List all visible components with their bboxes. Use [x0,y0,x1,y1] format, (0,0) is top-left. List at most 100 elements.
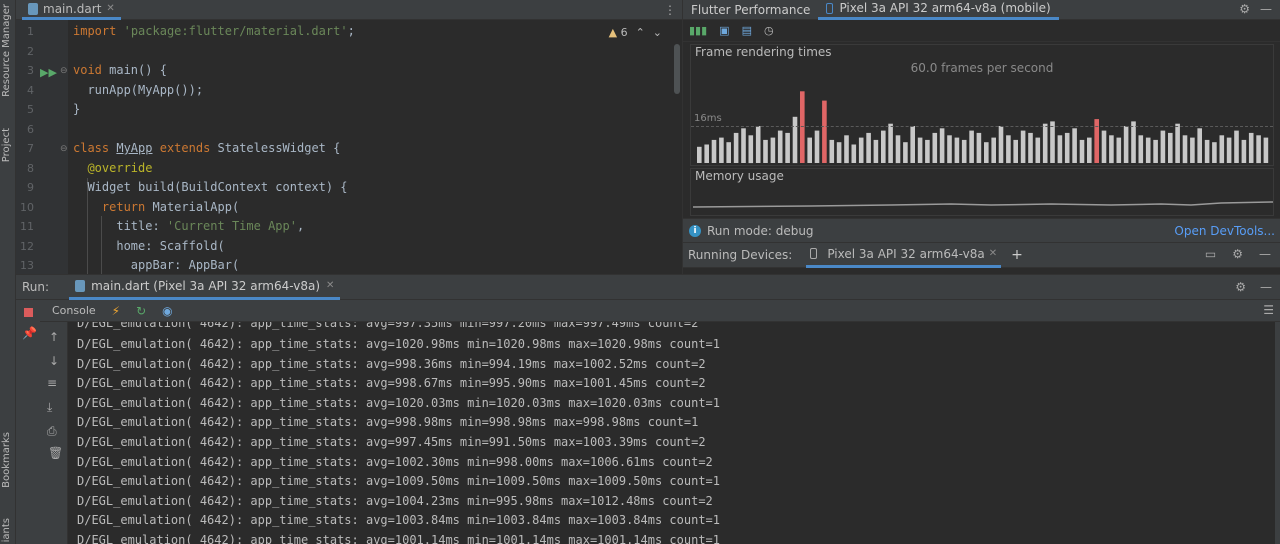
warning-counter: ▲ 6 [609,26,628,39]
frame-bar [888,123,893,163]
code-token: MaterialApp( [145,200,240,214]
frame-bar [733,132,739,163]
log-line: D/EGL_emulation( 4642): app_time_stats: … [77,474,720,488]
log-line: D/EGL_emulation( 4642): app_time_stats: … [77,376,706,390]
performance-overlay-icon[interactable]: ▮▮▮ [689,24,707,37]
layout-icon[interactable]: ☰ [1263,303,1274,317]
perf-toolbar: ▮▮▮ ▣ ▤ ◷ [683,20,1280,42]
soft-wrap-icon[interactable]: ≡ [47,376,57,390]
frame-bar [1168,132,1173,163]
clock-icon[interactable]: ◷ [764,24,774,37]
more-vertical-icon[interactable]: ⋮ [664,3,676,17]
arrow-up-icon[interactable]: ↑ [49,330,59,344]
hot-reload-icon[interactable]: ⚡ [112,304,120,318]
devtools-icon[interactable]: ◉ [162,304,172,318]
frame-bar [844,135,849,164]
editor-tab-main-dart[interactable]: main.dart ✕ [22,0,121,20]
bookmarks-tab[interactable]: Bookmarks [1,432,12,488]
run-header-actions: ⚙ — [1235,280,1272,294]
slow-animations-icon[interactable]: ▣ [719,24,729,37]
frame-bar [925,139,930,163]
code-line: void main() { [73,63,167,77]
console-toolbar: Console ⚡ ↻ ◉ ☰ [40,300,1280,322]
chevron-up-icon[interactable]: ⌃ [636,26,645,39]
trash-icon[interactable]: 🗑 [48,446,63,460]
console-scrollbar[interactable] [1275,322,1280,544]
line-number: 11 [20,220,34,233]
device-tab-label: Pixel 3a API 32 arm64-v8a (mobile) [839,1,1051,15]
frame-bar [1160,130,1166,163]
close-icon[interactable]: ✕ [106,3,114,14]
minimize-icon[interactable]: — [1260,2,1272,16]
running-devices-actions: ▭ ⚙ — [1205,247,1271,261]
code-line: runApp(MyApp()); [73,83,204,97]
line-number: 3 [27,64,34,77]
frame-bar [777,130,783,163]
frame-bar [969,130,974,163]
gear-icon[interactable]: ⚙ [1239,2,1250,16]
frame-bar [1190,137,1195,163]
pin-icon[interactable]: 📌 [22,326,37,340]
frame-bar [1050,121,1055,163]
frame-bar [1204,139,1210,163]
frame-bar [1064,132,1070,163]
code-token: ; [347,24,355,38]
run-gutter-icon[interactable]: ▶▶ [40,66,57,79]
fold-icon[interactable]: ⊖ [60,66,68,76]
code-line: } [73,102,81,116]
chevron-down-icon[interactable]: ⌄ [653,26,662,39]
window-icon[interactable]: ▭ [1205,247,1216,261]
frame-bar [1087,137,1092,163]
fps-label: 60.0 frames per second [910,61,1054,75]
minimize-icon[interactable]: — [1259,247,1271,261]
tab-flutter-performance[interactable]: Flutter Performance [683,0,818,20]
frame-bar [726,142,731,163]
fold-icon[interactable]: ⊖ [60,144,68,154]
running-device-tab[interactable]: Pixel 3a API 32 arm64-v8a ✕ [806,242,1002,268]
resource-manager-tab[interactable]: Resource Manager [1,4,12,97]
code-token: extends [159,141,211,155]
line-number: 12 [20,240,34,253]
arrow-down-icon[interactable]: ↓ [49,354,59,368]
stop-icon[interactable] [24,308,33,317]
run-side-toolbar: 📌 [16,300,40,544]
frame-bar [1116,137,1122,163]
debug-paint-icon[interactable]: ▤ [742,24,752,37]
frame-bar [1256,135,1261,164]
left-tool-strip: Resource Manager Project Bookmarks iants [0,0,16,544]
minimize-icon[interactable]: — [1260,280,1272,294]
line-number: 2 [27,45,34,58]
tab-device[interactable]: Pixel 3a API 32 arm64-v8a (mobile) [818,0,1059,20]
frame-bar [1079,139,1085,163]
scroll-to-end-icon[interactable]: ⤓ [47,400,52,415]
frame-bar [1028,132,1033,163]
close-icon[interactable]: ✕ [989,248,997,259]
line-number: 8 [27,162,34,175]
build-variants-tab[interactable]: iants [1,518,12,542]
frame-bar [866,132,871,163]
frame-bar [1153,139,1158,163]
line-number: 7 [27,142,34,155]
code-token: 'Current Time App' [166,219,297,233]
frame-bar [1182,135,1188,164]
run-config-tab[interactable]: main.dart (Pixel 3a API 32 arm64-v8a) ✕ [69,274,341,300]
tab-console[interactable]: Console [52,304,96,317]
open-devtools-link[interactable]: Open DevTools... [1174,224,1275,238]
line-number: 13 [20,259,34,272]
console-output[interactable]: D/EGL_emulation( 4642): app_time_stats: … [69,322,1275,544]
gear-icon[interactable]: ⚙ [1235,280,1246,294]
frame-rendering-chart: Frame rendering times 60.0 frames per se… [690,44,1274,166]
print-icon[interactable]: ⎙ [47,424,57,439]
add-icon[interactable]: + [1011,247,1023,263]
gear-icon[interactable]: ⚙ [1232,247,1243,261]
code-line: return MaterialApp( [73,200,239,214]
close-icon[interactable]: ✕ [326,280,334,291]
frame-bar [1212,142,1217,163]
frame-bar [1219,135,1225,164]
project-tab[interactable]: Project [1,128,12,162]
editor-scrollbar[interactable] [674,44,680,94]
frame-bar [1013,139,1018,163]
frame-bar [1226,137,1232,163]
hot-restart-icon[interactable]: ↻ [136,304,146,318]
inspection-widget[interactable]: ▲ 6 ⌃ ⌄ [609,26,662,39]
